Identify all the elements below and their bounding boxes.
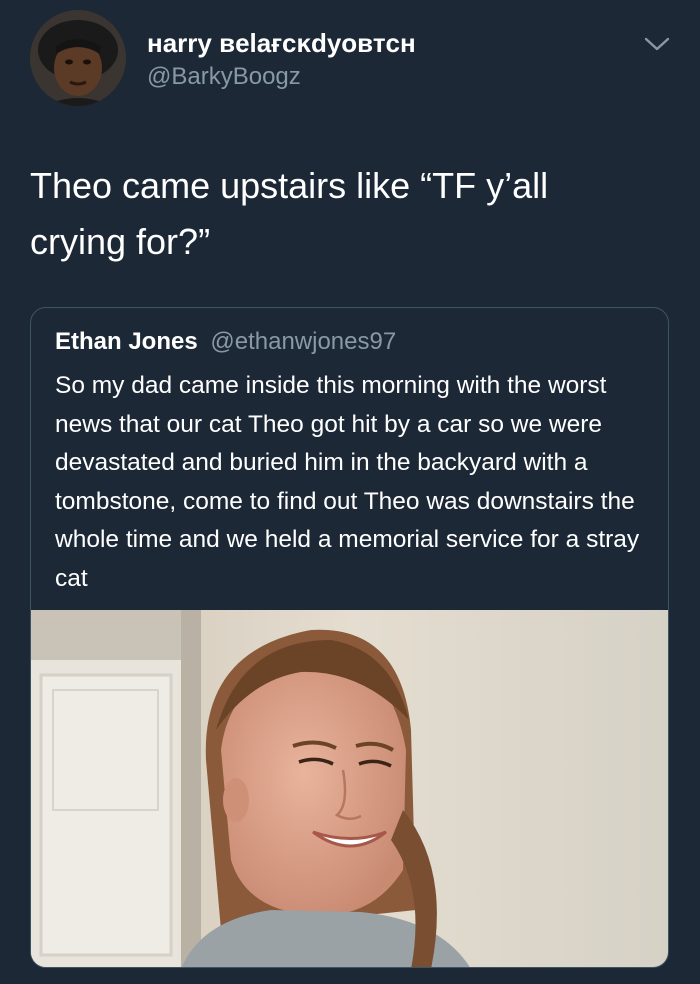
quoted-author-name: Ethan Jones	[55, 328, 198, 355]
tweet-text: Theo came upstairs like “TF y’all crying…	[30, 165, 549, 262]
author-name[interactable]: нarry вelaғcĸdyoвтcн	[147, 28, 416, 59]
author-handle[interactable]: @BarkyBoogz	[147, 63, 301, 91]
photo-image	[31, 610, 668, 967]
chevron-down-icon[interactable]	[643, 34, 671, 54]
quoted-tweet-photo[interactable]	[31, 610, 668, 967]
quoted-tweet-text: So my dad came inside this morning with …	[55, 372, 640, 592]
quoted-tweet-header: Ethan Jones @ethanwjones97	[55, 328, 396, 356]
quoted-tweet-card[interactable]: Ethan Jones @ethanwjones97 So my dad cam…	[30, 307, 669, 968]
avatar-image	[30, 10, 126, 106]
avatar[interactable]	[30, 10, 126, 106]
tweet: нarry вelaғcĸdyoвтcн @BarkyBoogz Theo ca…	[0, 0, 700, 984]
quoted-author-handle: @ethanwjones97	[210, 328, 397, 355]
